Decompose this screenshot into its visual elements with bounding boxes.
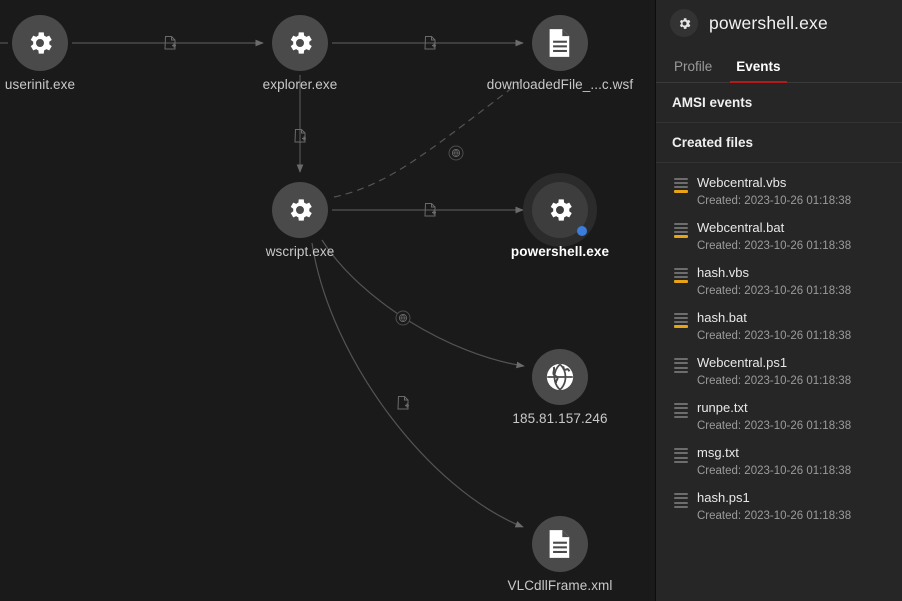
file-info: hash.bat Created: 2023-10-26 01:18:38: [697, 310, 851, 342]
file-info: Webcentral.bat Created: 2023-10-26 01:18…: [697, 220, 851, 252]
node-circle: [532, 15, 588, 71]
node-label: explorer.exe: [263, 77, 338, 92]
details-panel: powershell.exe Profile Events AMSI event…: [655, 0, 902, 601]
text-file-icon: [674, 403, 688, 418]
document-icon: [546, 529, 574, 559]
node-circle: [532, 182, 588, 238]
list-item[interactable]: hash.bat Created: 2023-10-26 01:18:38: [656, 304, 902, 349]
file-name: Webcentral.vbs: [697, 175, 851, 190]
gear-icon: [670, 9, 698, 37]
node-label: wscript.exe: [266, 244, 335, 259]
file-info: runpe.txt Created: 2023-10-26 01:18:38: [697, 400, 851, 432]
graph-node-vlcdllframe[interactable]: VLCdllFrame.xml: [532, 516, 588, 572]
graph-node-downloadedfile[interactable]: downloadedFile_...c.wsf: [532, 15, 588, 71]
graph-node-explorer[interactable]: explorer.exe: [272, 15, 328, 71]
file-name: hash.vbs: [697, 265, 851, 280]
file-created-date: Created: 2023-10-26 01:18:38: [697, 330, 851, 342]
gear-icon: [285, 195, 315, 225]
file-name: msg.txt: [697, 445, 851, 460]
created-files-list: Webcentral.vbs Created: 2023-10-26 01:18…: [656, 163, 902, 529]
graph-node-powershell[interactable]: powershell.exe: [532, 182, 588, 238]
panel-header: powershell.exe: [656, 0, 902, 46]
file-name: Webcentral.ps1: [697, 355, 851, 370]
file-name: hash.ps1: [697, 490, 851, 505]
list-item[interactable]: Webcentral.ps1 Created: 2023-10-26 01:18…: [656, 349, 902, 394]
file-info: hash.ps1 Created: 2023-10-26 01:18:38: [697, 490, 851, 522]
document-icon: [546, 28, 574, 58]
panel-title: powershell.exe: [709, 13, 828, 34]
node-label: VLCdllFrame.xml: [507, 578, 612, 593]
node-label: 185.81.157.246: [512, 411, 607, 426]
script-file-icon: [674, 178, 688, 193]
file-info: Webcentral.ps1 Created: 2023-10-26 01:18…: [697, 355, 851, 387]
edge-wscript-vlcdll: [312, 243, 523, 527]
tab-events[interactable]: Events: [734, 59, 782, 82]
file-created-date: Created: 2023-10-26 01:18:38: [697, 375, 851, 387]
list-item[interactable]: runpe.txt Created: 2023-10-26 01:18:38: [656, 394, 902, 439]
globe-badge-icon: [396, 311, 411, 326]
file-created-date: Created: 2023-10-26 01:18:38: [697, 240, 851, 252]
list-item[interactable]: Webcentral.vbs Created: 2023-10-26 01:18…: [656, 169, 902, 214]
edge-wscript-downloadedfile: [334, 78, 525, 197]
globe-badge-icon: [449, 146, 464, 161]
text-file-icon: [674, 358, 688, 373]
file-created-date: Created: 2023-10-26 01:18:38: [697, 510, 851, 522]
list-item[interactable]: hash.ps1 Created: 2023-10-26 01:18:38: [656, 484, 902, 529]
file-create-icon: [395, 395, 411, 411]
file-name: Webcentral.bat: [697, 220, 851, 235]
panel-tabs: Profile Events: [656, 46, 902, 83]
node-circle: [12, 15, 68, 71]
file-info: Webcentral.vbs Created: 2023-10-26 01:18…: [697, 175, 851, 207]
list-item[interactable]: hash.vbs Created: 2023-10-26 01:18:38: [656, 259, 902, 304]
list-item[interactable]: msg.txt Created: 2023-10-26 01:18:38: [656, 439, 902, 484]
process-tree-graph[interactable]: userinit.exe explorer.exe downloadedFile…: [0, 0, 655, 601]
file-create-icon: [292, 128, 308, 144]
script-file-icon: [674, 268, 688, 283]
list-item[interactable]: Webcentral.bat Created: 2023-10-26 01:18…: [656, 214, 902, 259]
file-name: runpe.txt: [697, 400, 851, 415]
file-create-icon: [422, 35, 438, 51]
node-label: userinit.exe: [5, 77, 75, 92]
file-name: hash.bat: [697, 310, 851, 325]
globe-icon: [545, 362, 575, 392]
selection-badge-dot: [577, 226, 587, 236]
node-circle: [532, 349, 588, 405]
gear-icon: [545, 195, 575, 225]
node-label: downloadedFile_...c.wsf: [487, 77, 633, 92]
graph-node-wscript[interactable]: wscript.exe: [272, 182, 328, 238]
file-created-date: Created: 2023-10-26 01:18:38: [697, 420, 851, 432]
file-created-date: Created: 2023-10-26 01:18:38: [697, 465, 851, 477]
graph-node-ip-address[interactable]: 185.81.157.246: [532, 349, 588, 405]
file-create-icon: [162, 35, 178, 51]
edge-wscript-ip: [322, 240, 524, 366]
file-info: hash.vbs Created: 2023-10-26 01:18:38: [697, 265, 851, 297]
file-info: msg.txt Created: 2023-10-26 01:18:38: [697, 445, 851, 477]
file-create-icon: [422, 202, 438, 218]
node-circle: [272, 15, 328, 71]
section-created-files[interactable]: Created files: [656, 123, 902, 163]
graph-node-userinit[interactable]: userinit.exe: [12, 15, 68, 71]
section-amsi-events[interactable]: AMSI events: [656, 83, 902, 123]
node-circle: [272, 182, 328, 238]
script-file-icon: [674, 223, 688, 238]
gear-icon: [285, 28, 315, 58]
gear-icon: [25, 28, 55, 58]
file-created-date: Created: 2023-10-26 01:18:38: [697, 195, 851, 207]
node-label: powershell.exe: [511, 244, 609, 259]
process-graph-app: userinit.exe explorer.exe downloadedFile…: [0, 0, 902, 601]
tab-profile[interactable]: Profile: [672, 59, 714, 82]
file-created-date: Created: 2023-10-26 01:18:38: [697, 285, 851, 297]
text-file-icon: [674, 493, 688, 508]
script-file-icon: [674, 313, 688, 328]
text-file-icon: [674, 448, 688, 463]
node-circle: [532, 516, 588, 572]
